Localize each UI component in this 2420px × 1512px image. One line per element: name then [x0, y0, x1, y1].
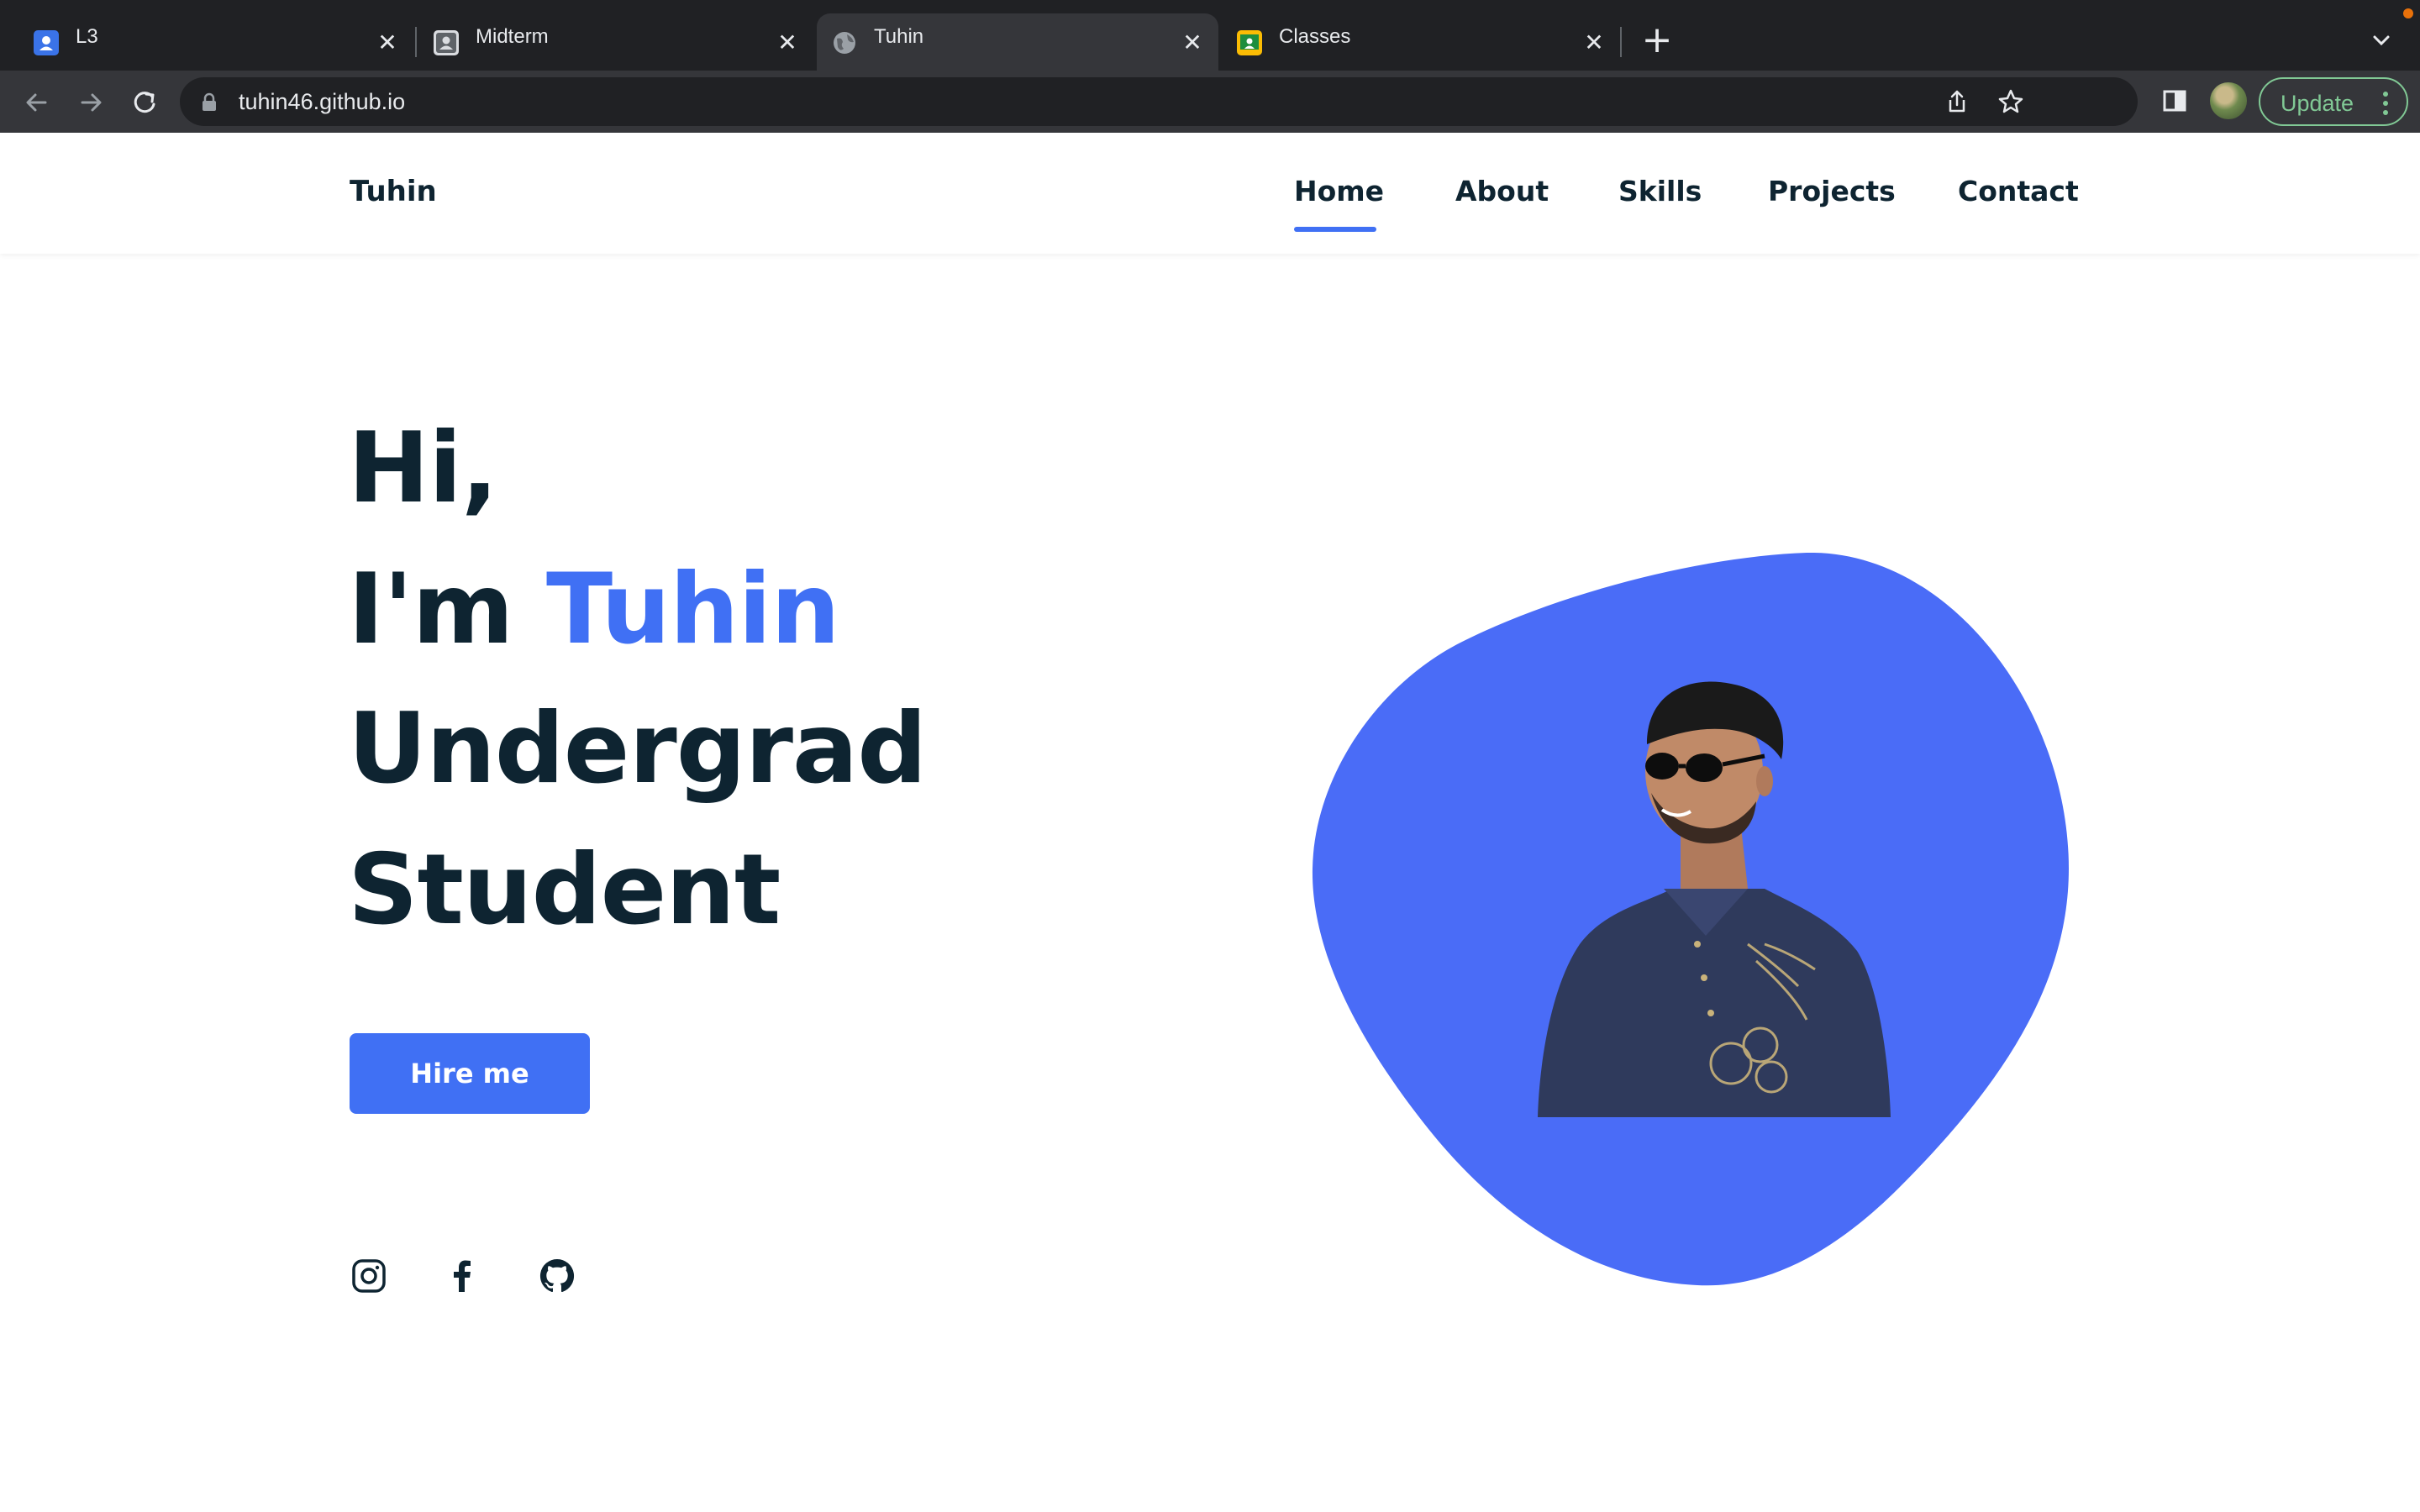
hero-role-line1: Undergrad	[348, 692, 927, 806]
nav-contact[interactable]: Contact	[1958, 175, 2079, 207]
active-nav-indicator	[1294, 227, 1376, 232]
tab-strip: L3 ✕ Midterm ✕ Tuhin ✕ Classes ✕ +	[0, 0, 2420, 71]
close-icon[interactable]: ✕	[1178, 29, 1207, 57]
address-bar[interactable]: tuhin46.github.io	[180, 77, 2138, 126]
site-header: Tuhin Home About Skills Projects Contact	[0, 133, 2420, 254]
hero-intro: I'm Tuhin	[348, 553, 840, 666]
profile-avatar[interactable]	[2210, 82, 2247, 119]
url-text[interactable]: tuhin46.github.io	[239, 89, 405, 115]
tab-l3[interactable]: L3 ✕	[18, 13, 413, 71]
close-icon[interactable]: ✕	[373, 29, 402, 57]
nav-about[interactable]: About	[1455, 175, 1549, 207]
nav-skills[interactable]: Skills	[1618, 175, 1702, 207]
github-icon[interactable]	[538, 1257, 576, 1295]
classroom-icon	[1237, 30, 1262, 55]
close-icon[interactable]: ✕	[773, 29, 802, 57]
site-logo[interactable]: Tuhin	[350, 175, 437, 208]
close-icon[interactable]: ✕	[1580, 29, 1608, 57]
globe-icon	[832, 30, 857, 55]
instagram-icon[interactable]	[350, 1257, 388, 1295]
lock-icon[interactable]	[202, 92, 217, 111]
facebook-icon[interactable]	[444, 1257, 482, 1295]
forward-arrow-icon[interactable]	[72, 84, 109, 121]
tab-separator	[415, 27, 417, 57]
hero-intro-prefix: I'm	[348, 553, 546, 666]
hero-name: Tuhin	[545, 553, 840, 666]
tab-classes[interactable]: Classes ✕	[1222, 13, 1620, 71]
tab-midterm[interactable]: Midterm ✕	[418, 13, 813, 71]
reload-icon[interactable]	[126, 84, 163, 121]
hero-role-line2: Student	[348, 833, 781, 947]
hero-image	[1311, 549, 2070, 1289]
tab-title: L3	[76, 25, 98, 48]
tab-separator	[1620, 27, 1622, 57]
chevron-down-icon[interactable]	[2366, 25, 2396, 55]
tab-tuhin[interactable]: Tuhin ✕	[817, 13, 1218, 71]
share-icon[interactable]	[1943, 87, 1971, 116]
notification-dot	[2403, 8, 2413, 18]
bookmark-star-icon[interactable]	[1996, 87, 2025, 116]
browser-chrome: L3 ✕ Midterm ✕ Tuhin ✕ Classes ✕ + tuhin…	[0, 0, 2420, 133]
tab-title: Classes	[1279, 25, 1351, 48]
update-label: Update	[2281, 91, 2354, 116]
update-button[interactable]: Update	[2259, 77, 2408, 126]
new-tab-button[interactable]: +	[1640, 22, 1674, 59]
tab-title: Midterm	[476, 25, 549, 48]
hire-me-button[interactable]: Hire me	[350, 1033, 590, 1114]
side-panel-icon[interactable]	[2158, 84, 2191, 118]
nav-projects[interactable]: Projects	[1768, 175, 1896, 207]
web-page: Tuhin Home About Skills Projects Contact…	[0, 133, 2420, 1512]
hero-blob-svg	[1312, 552, 2069, 1286]
back-arrow-icon[interactable]	[18, 84, 55, 121]
nav-home[interactable]: Home	[1294, 175, 1384, 207]
classroom-blue-icon	[34, 30, 59, 55]
hero-greeting: Hi,	[348, 412, 498, 525]
more-vert-icon[interactable]	[2381, 89, 2390, 118]
classroom-gray-icon	[434, 30, 459, 55]
tab-title: Tuhin	[874, 25, 924, 48]
browser-toolbar: tuhin46.github.io Update	[0, 71, 2420, 133]
